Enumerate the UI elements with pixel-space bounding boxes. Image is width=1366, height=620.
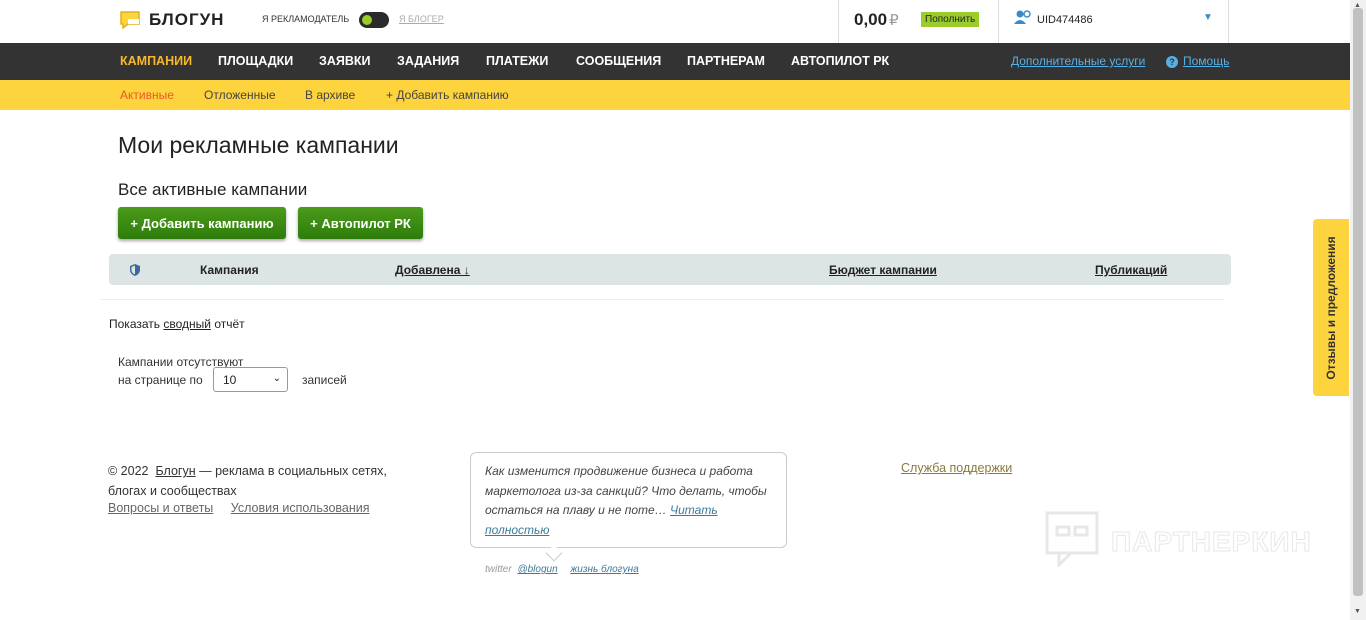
subnav-archive[interactable]: В архиве <box>305 88 355 102</box>
column-added[interactable]: Добавлена ↓ <box>395 263 470 277</box>
chevron-down-icon[interactable]: ▼ <box>1203 12 1213 23</box>
role-blogger-label[interactable]: Я БЛОГЕР <box>399 14 444 24</box>
topup-button[interactable]: Пополнить <box>921 12 980 27</box>
campaigns-table-header: Кампания Добавлена ↓ Бюджет кампании Пуб… <box>109 254 1231 285</box>
watermark: ПАРТНЕРКИН <box>1045 511 1312 572</box>
subnav-add-campaign[interactable]: + Добавить кампанию <box>386 88 509 102</box>
nav-payments[interactable]: ПЛАТЕЖИ <box>486 54 548 68</box>
support-link[interactable]: Служба поддержки <box>901 461 1012 475</box>
footer-tagline: — реклама в социальных сетях, блогах и с… <box>108 464 387 498</box>
extra-services-link[interactable]: Дополнительные услуги <box>1011 54 1145 68</box>
nav-autopilot[interactable]: АВТОПИЛОТ РК <box>791 54 889 68</box>
section-title: Все активные кампании <box>118 180 308 199</box>
summary-prefix: Показать <box>109 317 161 331</box>
chevron-down-icon: ⌄ <box>272 373 281 384</box>
page: БЛОГУН Я РЕКЛАМОДАТЕЛЬ Я БЛОГЕР 0,00 ₽ По… <box>0 0 1366 620</box>
nav-partners[interactable]: ПАРТНЕРАМ <box>687 54 765 68</box>
scrollbar[interactable]: ▲ ▼ <box>1350 0 1366 620</box>
scroll-thumb[interactable] <box>1353 8 1363 596</box>
social-links: twitter @blogun жизнь блогуна <box>485 564 639 575</box>
blog-link[interactable]: жизнь блогуна <box>570 564 638 575</box>
news-bubble: Как изменится продвижение бизнеса и рабо… <box>470 452 787 548</box>
user-settings-icon <box>1014 9 1032 30</box>
summary-report: Показать сводный отчёт <box>109 317 245 331</box>
add-campaign-button[interactable]: + Добавить кампанию <box>118 207 286 239</box>
shield-icon <box>130 263 140 281</box>
column-publications[interactable]: Публикаций <box>1095 263 1167 277</box>
speech-bubble-icon <box>119 10 141 30</box>
faq-link[interactable]: Вопросы и ответы <box>108 501 213 515</box>
user-menu[interactable]: UID474486 ▼ <box>998 0 1229 43</box>
footer-copyright: © 2022 Блогун — реклама в социальных сет… <box>108 462 428 501</box>
subnav-postponed[interactable]: Отложенные <box>204 88 276 102</box>
per-page-value: 10 <box>223 373 237 387</box>
help-link[interactable]: Помощь <box>1183 54 1229 68</box>
top-bar: БЛОГУН Я РЕКЛАМОДАТЕЛЬ Я БЛОГЕР 0,00 ₽ По… <box>0 0 1350 43</box>
logo-text: БЛОГУН <box>149 10 225 29</box>
balance-amount: 0,00 <box>854 10 888 29</box>
records-label: записей <box>302 373 347 387</box>
role-advertiser-label[interactable]: Я РЕКЛАМОДАТЕЛЬ <box>262 14 349 24</box>
subnav-active[interactable]: Активные <box>120 88 174 102</box>
feedback-label: Отзывы и предложения <box>1324 235 1338 380</box>
nav-messages[interactable]: СООБЩЕНИЯ <box>576 54 661 68</box>
user-id: UID474486 <box>1037 14 1093 26</box>
per-page-label: на странице по <box>118 373 203 387</box>
footer-links: Вопросы и ответы Условия использования <box>108 501 384 515</box>
twitter-link[interactable]: @blogun <box>517 564 557 575</box>
balance-box: 0,00 ₽ Пополнить <box>838 0 999 43</box>
per-page-select[interactable]: 10 ⌄ <box>213 367 288 392</box>
footer-brand-link[interactable]: Блогун <box>155 464 195 478</box>
balance: 0,00 ₽ <box>854 10 899 30</box>
sub-nav: Активные Отложенные В архиве + Добавить … <box>0 80 1350 110</box>
toggle-knob <box>362 15 372 25</box>
watermark-logo-icon <box>1045 511 1099 572</box>
feedback-tab[interactable]: Отзывы и предложения <box>1313 219 1349 396</box>
twitter-label: twitter <box>485 564 512 575</box>
column-campaign: Кампания <box>200 263 259 277</box>
news-text: Как изменится продвижение бизнеса и рабо… <box>485 464 767 517</box>
terms-link[interactable]: Условия использования <box>231 501 370 515</box>
copyright-year: © 2022 <box>108 464 149 478</box>
help-icon: ? <box>1166 56 1178 68</box>
summary-suffix: отчёт <box>214 317 245 331</box>
autopilot-button[interactable]: + Автопилот РК <box>298 207 423 239</box>
nav-campaigns[interactable]: КАМПАНИИ <box>120 54 192 68</box>
role-toggle[interactable] <box>359 12 389 28</box>
scroll-down-icon[interactable]: ▼ <box>1354 608 1361 615</box>
nav-tasks[interactable]: ЗАДАНИЯ <box>397 54 459 68</box>
page-title: Мои рекламные кампании <box>118 132 399 158</box>
column-budget[interactable]: Бюджет кампании <box>829 263 937 277</box>
logo[interactable]: БЛОГУН <box>119 10 224 30</box>
currency-sign: ₽ <box>889 12 899 29</box>
watermark-text: ПАРТНЕРКИН <box>1111 525 1312 557</box>
summary-report-link[interactable]: сводный <box>163 317 211 331</box>
nav-requests[interactable]: ЗАЯВКИ <box>319 54 370 68</box>
nav-platforms[interactable]: ПЛОЩАДКИ <box>218 54 293 68</box>
main-nav: КАМПАНИИ ПЛОЩАДКИ ЗАЯВКИ ЗАДАНИЯ ПЛАТЕЖИ… <box>0 43 1350 80</box>
divider <box>100 299 1224 300</box>
